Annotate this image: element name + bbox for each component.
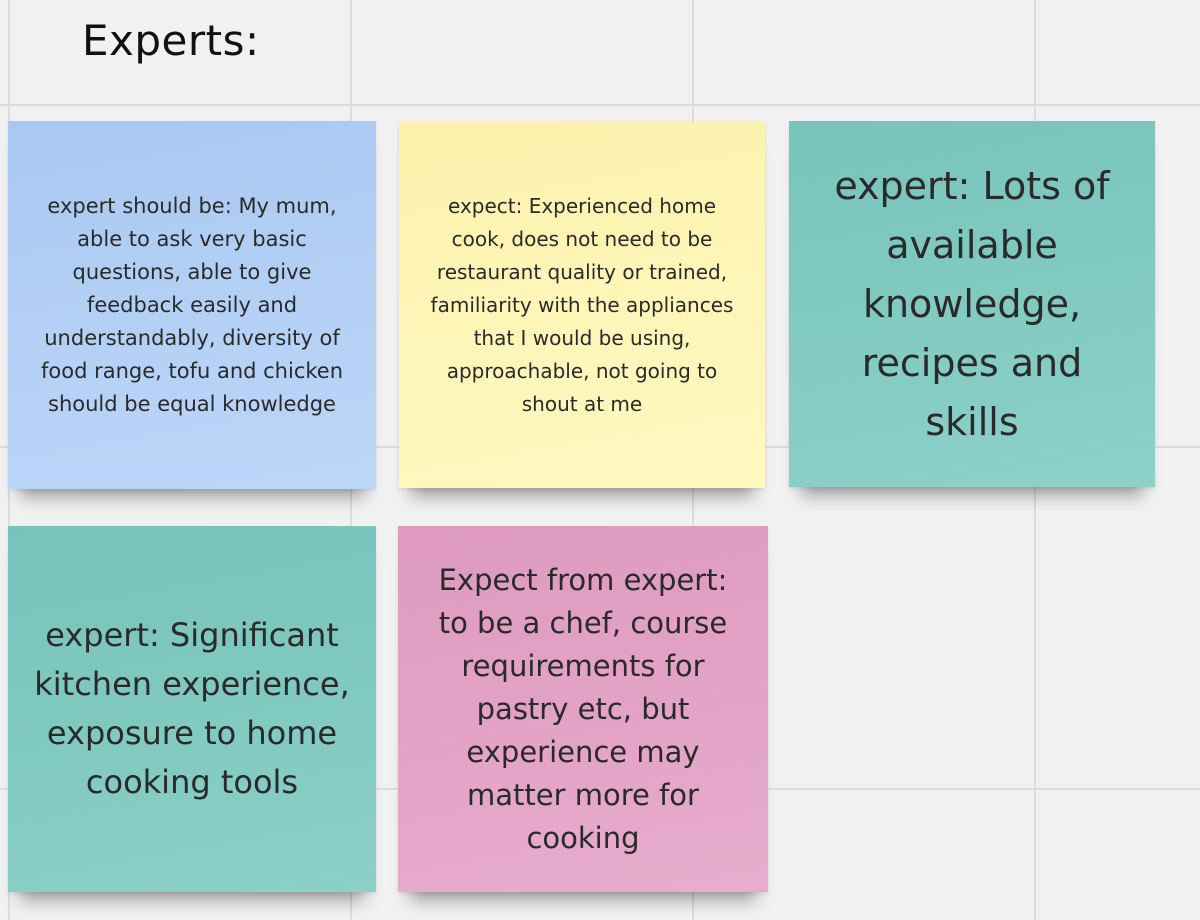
sticky-note-yellow[interactable]: expect: Experienced home cook, does not … [399,122,765,488]
sticky-note-text: expect: Experienced home cook, does not … [430,193,734,416]
sticky-note-text: expert should be: My mum, able to ask ve… [40,193,344,416]
sticky-note-pink[interactable]: Expect from expert: to be a chef, course… [398,526,768,892]
sticky-note-teal[interactable]: expert: Lots of available knowledge, rec… [789,121,1155,487]
sticky-note-text: expert: Lots of available knowledge, rec… [834,163,1110,444]
sticky-note-text: expert: Significant kitchen experience, … [34,616,350,801]
sticky-note-blue[interactable]: expert should be: My mum, able to ask ve… [8,121,376,489]
frame-title[interactable]: Experts: [82,16,260,65]
whiteboard-canvas[interactable]: Experts: expert should be: My mum, able … [0,0,1200,920]
sticky-note-text: Expect from expert: to be a chef, course… [438,562,728,855]
sticky-note-teal[interactable]: expert: Significant kitchen experience, … [8,526,376,892]
